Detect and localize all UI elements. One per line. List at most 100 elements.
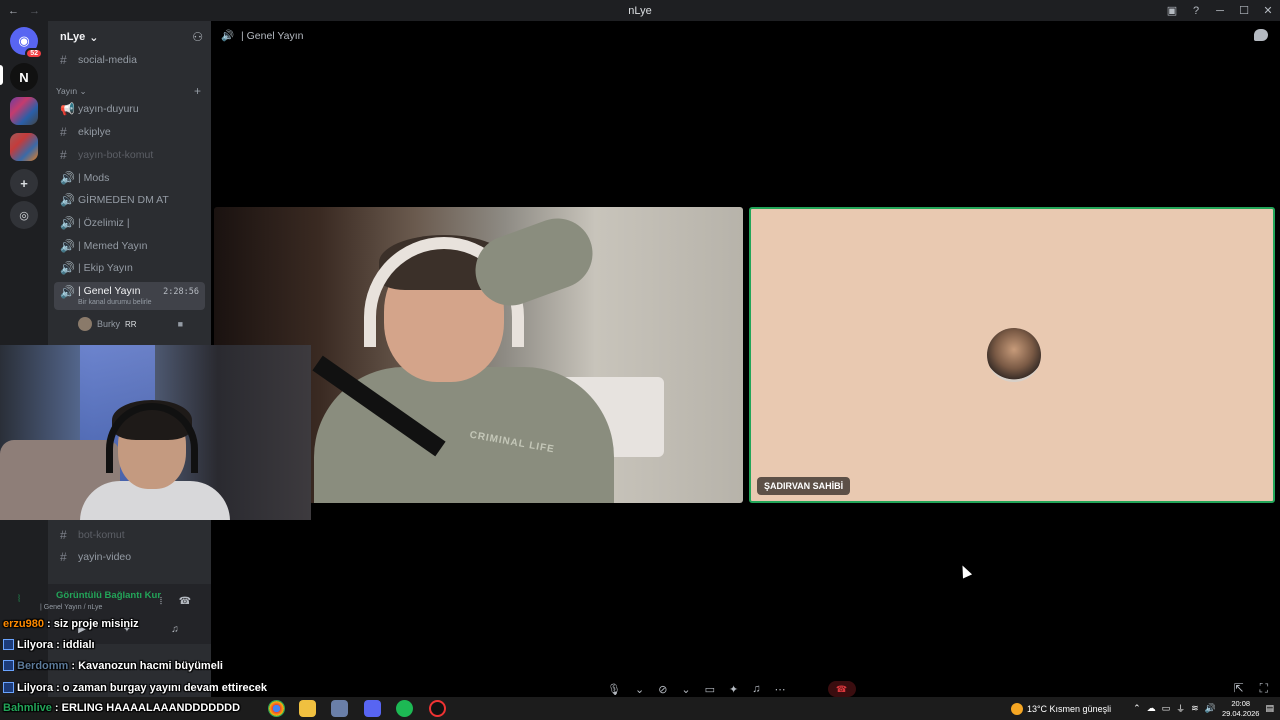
guild-header[interactable]: nLye ⌄ ⚇ xyxy=(48,21,211,53)
voice-timer: 2:28:56 xyxy=(163,287,199,297)
chat-bubble-icon[interactable] xyxy=(1254,29,1268,41)
usb-icon[interactable]: ⏚ xyxy=(1176,702,1185,715)
notification-badge: 52 xyxy=(25,48,43,59)
voice-location[interactable]: | Genel Yayın / nLye xyxy=(40,604,102,611)
channel-bot-komut[interactable]: # bot-komut xyxy=(54,525,205,545)
channel-yayin-video[interactable]: # yayin-video xyxy=(54,547,205,567)
channel-label: yayın-bot-komut xyxy=(78,149,154,161)
chat-text: : iddialı xyxy=(56,638,95,651)
category-yayin[interactable]: Yayın ⌄ + xyxy=(56,84,201,98)
channel-ekip-yayin[interactable]: 🔊 | Ekip Yayın xyxy=(54,258,205,278)
forward-button[interactable]: → xyxy=(29,5,40,17)
voice-member[interactable]: Burky RR ■ xyxy=(78,317,183,331)
screen-share-icon[interactable]: ▭ xyxy=(705,683,715,696)
clock[interactable]: 20:08 29.04.2026 xyxy=(1222,699,1260,719)
window-title: nLye xyxy=(628,4,652,17)
fullscreen-icon[interactable]: ⛶ xyxy=(1260,681,1268,696)
help-icon[interactable]: ? xyxy=(1184,0,1208,21)
speaker-icon: 🔊 xyxy=(60,285,75,299)
camera-icon: ■ xyxy=(177,319,184,329)
voice-status: Görüntülü Bağlantı Kur xyxy=(56,590,162,601)
chat-message: erzu980 : siz proje misiniz xyxy=(3,616,139,631)
home-button[interactable]: ◉ 52 xyxy=(10,27,43,59)
clock-date: 29.04.2026 xyxy=(1221,708,1260,718)
chevron-down-icon[interactable]: ⌄ xyxy=(681,683,690,696)
leave-call-button[interactable]: ☎ xyxy=(827,681,856,697)
channel-status-prompt[interactable]: Bir kanal durumu belirle xyxy=(78,299,152,306)
back-button[interactable]: ← xyxy=(8,5,19,17)
noise-suppression-icon[interactable]: ⦙ xyxy=(152,594,170,608)
server-nlye[interactable]: N xyxy=(10,63,38,91)
channel-girmeden[interactable]: 🔊 GİRMEDEN DM AT xyxy=(54,190,205,210)
add-channel-icon[interactable]: + xyxy=(194,84,201,98)
channel-label: | Ekip Yayın xyxy=(78,262,133,274)
member-tag: RR xyxy=(125,319,137,329)
hash-icon: # xyxy=(60,148,67,162)
voice-call-stage: 🔊 | Genel Yayın CRIMINAL LIFE ŞADIRVAN S… xyxy=(211,21,1280,697)
server-folder-2[interactable] xyxy=(10,133,38,161)
chat-message: Berdomm : Kavanozun hacmi büyümeli xyxy=(3,658,223,673)
obs-icon[interactable] xyxy=(429,700,446,717)
notifications-icon[interactable]: ▤ xyxy=(1265,703,1274,714)
activities-icon[interactable]: ✦ xyxy=(729,683,738,696)
channel-mods[interactable]: 🔊 | Mods xyxy=(54,168,205,188)
chevron-down-icon[interactable]: ⌄ xyxy=(635,683,644,696)
channel-label: | Mods xyxy=(78,172,110,184)
chat-username: Lilyora xyxy=(17,681,54,694)
soundboard-icon[interactable]: ♫ xyxy=(166,622,184,636)
soundboard-icon[interactable]: ♫ xyxy=(752,683,760,695)
speaker-icon: 🔊 xyxy=(60,171,75,185)
channel-memed-yayin[interactable]: 🔊 | Memed Yayın xyxy=(54,236,205,256)
app-icon[interactable] xyxy=(331,700,348,717)
speaker-icon: 🔊 xyxy=(60,239,75,253)
chat-username: erzu980 xyxy=(3,617,44,630)
battery-icon[interactable]: ▭ xyxy=(1162,703,1171,714)
discord-taskbar-icon[interactable] xyxy=(364,700,381,717)
file-explorer-icon[interactable] xyxy=(299,700,316,717)
channel-yayin-bot-komut[interactable]: # yayın-bot-komut xyxy=(54,145,205,165)
speaker-icon: 🔊 xyxy=(60,261,75,275)
stage-corner-buttons: ⇱ ⛶ xyxy=(1234,681,1268,696)
more-options-icon[interactable]: ⋯ xyxy=(775,683,786,696)
channel-label: bot-komut xyxy=(78,529,125,541)
weather-widget[interactable]: 13°C Kısmen güneşli xyxy=(1010,702,1111,715)
add-server-button[interactable]: + xyxy=(10,169,38,197)
avatar xyxy=(78,317,92,331)
camera-off-icon[interactable]: ⊘ xyxy=(658,683,667,696)
pop-out-icon[interactable]: ⇱ xyxy=(1234,681,1244,696)
close-button[interactable]: ✕ xyxy=(1256,0,1280,21)
inbox-icon[interactable]: ▣ xyxy=(1160,0,1184,21)
discord-icon: ◉ xyxy=(18,33,30,48)
video-tile-speaking[interactable]: ŞADIRVAN SAHİBİ xyxy=(749,207,1275,503)
volume-icon[interactable]: 🔊 xyxy=(1205,703,1216,714)
chrome-icon[interactable] xyxy=(268,700,285,717)
channel-ekiplye[interactable]: # ekiplye xyxy=(54,122,205,142)
speaker-icon: 🔊 xyxy=(60,216,75,230)
chat-text: : ERLING HAAAALAAANDDDDDDD xyxy=(54,701,241,714)
server-folder-1[interactable] xyxy=(10,97,38,125)
nav-buttons: ← → xyxy=(0,5,40,17)
hash-icon: # xyxy=(60,53,67,67)
invite-icon[interactable]: ⚇ xyxy=(192,30,203,44)
member-name: Burky xyxy=(97,319,121,329)
channel-label: social-media xyxy=(78,54,137,66)
channel-yayin-duyuru[interactable]: 📢 yayın-duyuru xyxy=(54,99,205,119)
disconnect-icon[interactable]: ☎ xyxy=(176,594,194,608)
maximize-button[interactable]: ☐ xyxy=(1232,0,1256,21)
microphone-icon[interactable]: 🎙 xyxy=(607,683,621,696)
channel-social-media[interactable]: # social-media xyxy=(54,50,205,70)
channel-label: | Genel Yayın xyxy=(78,285,141,297)
chevron-up-icon[interactable]: ⌃ xyxy=(1133,703,1141,714)
channel-genel-yayin[interactable]: 🔊 | Genel Yayın 2:28:56 Bir kanal durumu… xyxy=(54,282,205,310)
minimize-button[interactable]: ─ xyxy=(1208,0,1232,21)
channel-label: | Özelimiz | xyxy=(78,217,130,229)
chat-text: : o zaman burgay yayını devam ettirecek xyxy=(56,681,267,694)
spotify-icon[interactable] xyxy=(396,700,413,717)
chat-text: : Kavanozun hacmi büyümeli xyxy=(71,659,223,672)
network-icon[interactable]: ☁ xyxy=(1147,703,1156,714)
kick-badge-icon xyxy=(3,682,14,693)
channel-ozelimiz[interactable]: 🔊 | Özelimiz | xyxy=(54,213,205,233)
wifi-icon[interactable]: ≋ xyxy=(1191,703,1199,714)
speaker-icon: 🔊 xyxy=(60,193,75,207)
discover-icon[interactable]: ◎ xyxy=(10,201,38,229)
